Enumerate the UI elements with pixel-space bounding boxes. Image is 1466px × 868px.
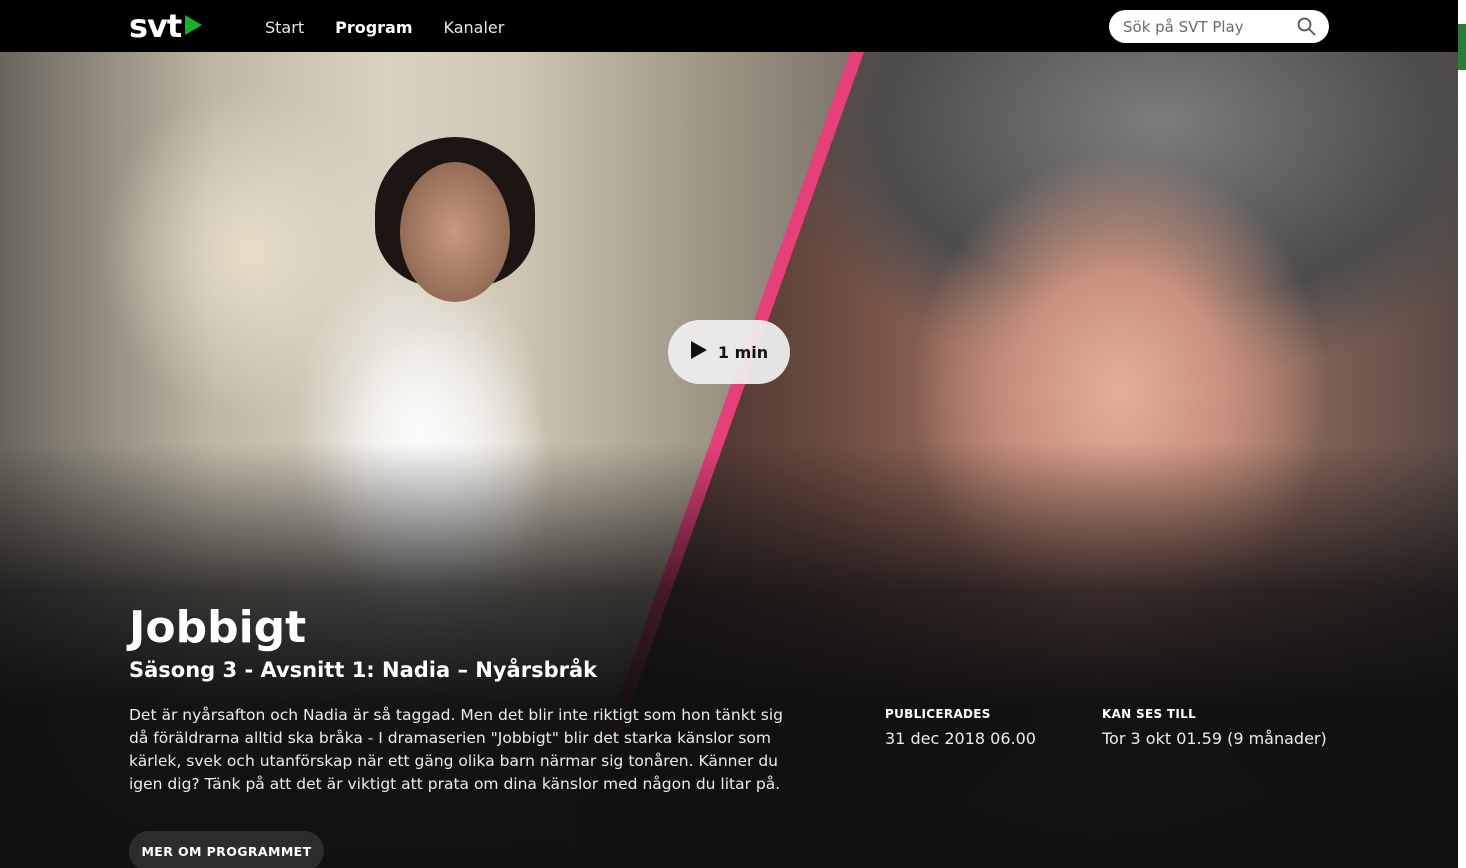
play-duration: 1 min bbox=[717, 342, 769, 362]
window-edge bbox=[1458, 0, 1466, 868]
play-icon bbox=[690, 340, 708, 364]
availability-info: KAN SES TILL Tor 3 okt 01.59 (9 månader) bbox=[1102, 706, 1327, 749]
logo-play-icon bbox=[183, 13, 203, 41]
main-nav: Start Program Kanaler bbox=[265, 17, 535, 39]
episode-description: Det är nyårsafton och Nadia är så taggad… bbox=[129, 706, 783, 793]
program-title: Jobbigt bbox=[129, 602, 307, 653]
search-icon[interactable] bbox=[1297, 17, 1316, 40]
nav-item-program[interactable]: Program bbox=[335, 17, 412, 39]
published-value: 31 dec 2018 06.00 bbox=[885, 729, 1036, 748]
available-value: Tor 3 okt 01.59 (9 månader) bbox=[1102, 729, 1327, 748]
episode-subtitle: Säsong 3 - Avsnitt 1: Nadia – Nyårsbråk bbox=[129, 658, 598, 682]
published-info: PUBLICERADES 31 dec 2018 06.00 bbox=[885, 706, 1036, 749]
available-label: KAN SES TILL bbox=[1102, 707, 1197, 721]
svt-logo[interactable]: svt bbox=[129, 9, 203, 43]
nav-item-start[interactable]: Start bbox=[265, 17, 304, 39]
hero-banner: 1 min Jobbigt Säsong 3 - Avsnitt 1: Nadi… bbox=[0, 52, 1458, 868]
search-box bbox=[1109, 10, 1329, 43]
window-edge-accent bbox=[1458, 24, 1466, 70]
logo-text: svt bbox=[129, 7, 182, 45]
play-button[interactable]: 1 min bbox=[668, 320, 790, 384]
published-label: PUBLICERADES bbox=[885, 707, 991, 721]
search-input[interactable] bbox=[1123, 17, 1288, 36]
top-navigation-bar: svt Start Program Kanaler bbox=[0, 0, 1458, 52]
more-about-program-button[interactable]: MER OM PROGRAMMET bbox=[129, 831, 324, 868]
nav-item-kanaler[interactable]: Kanaler bbox=[444, 17, 505, 39]
